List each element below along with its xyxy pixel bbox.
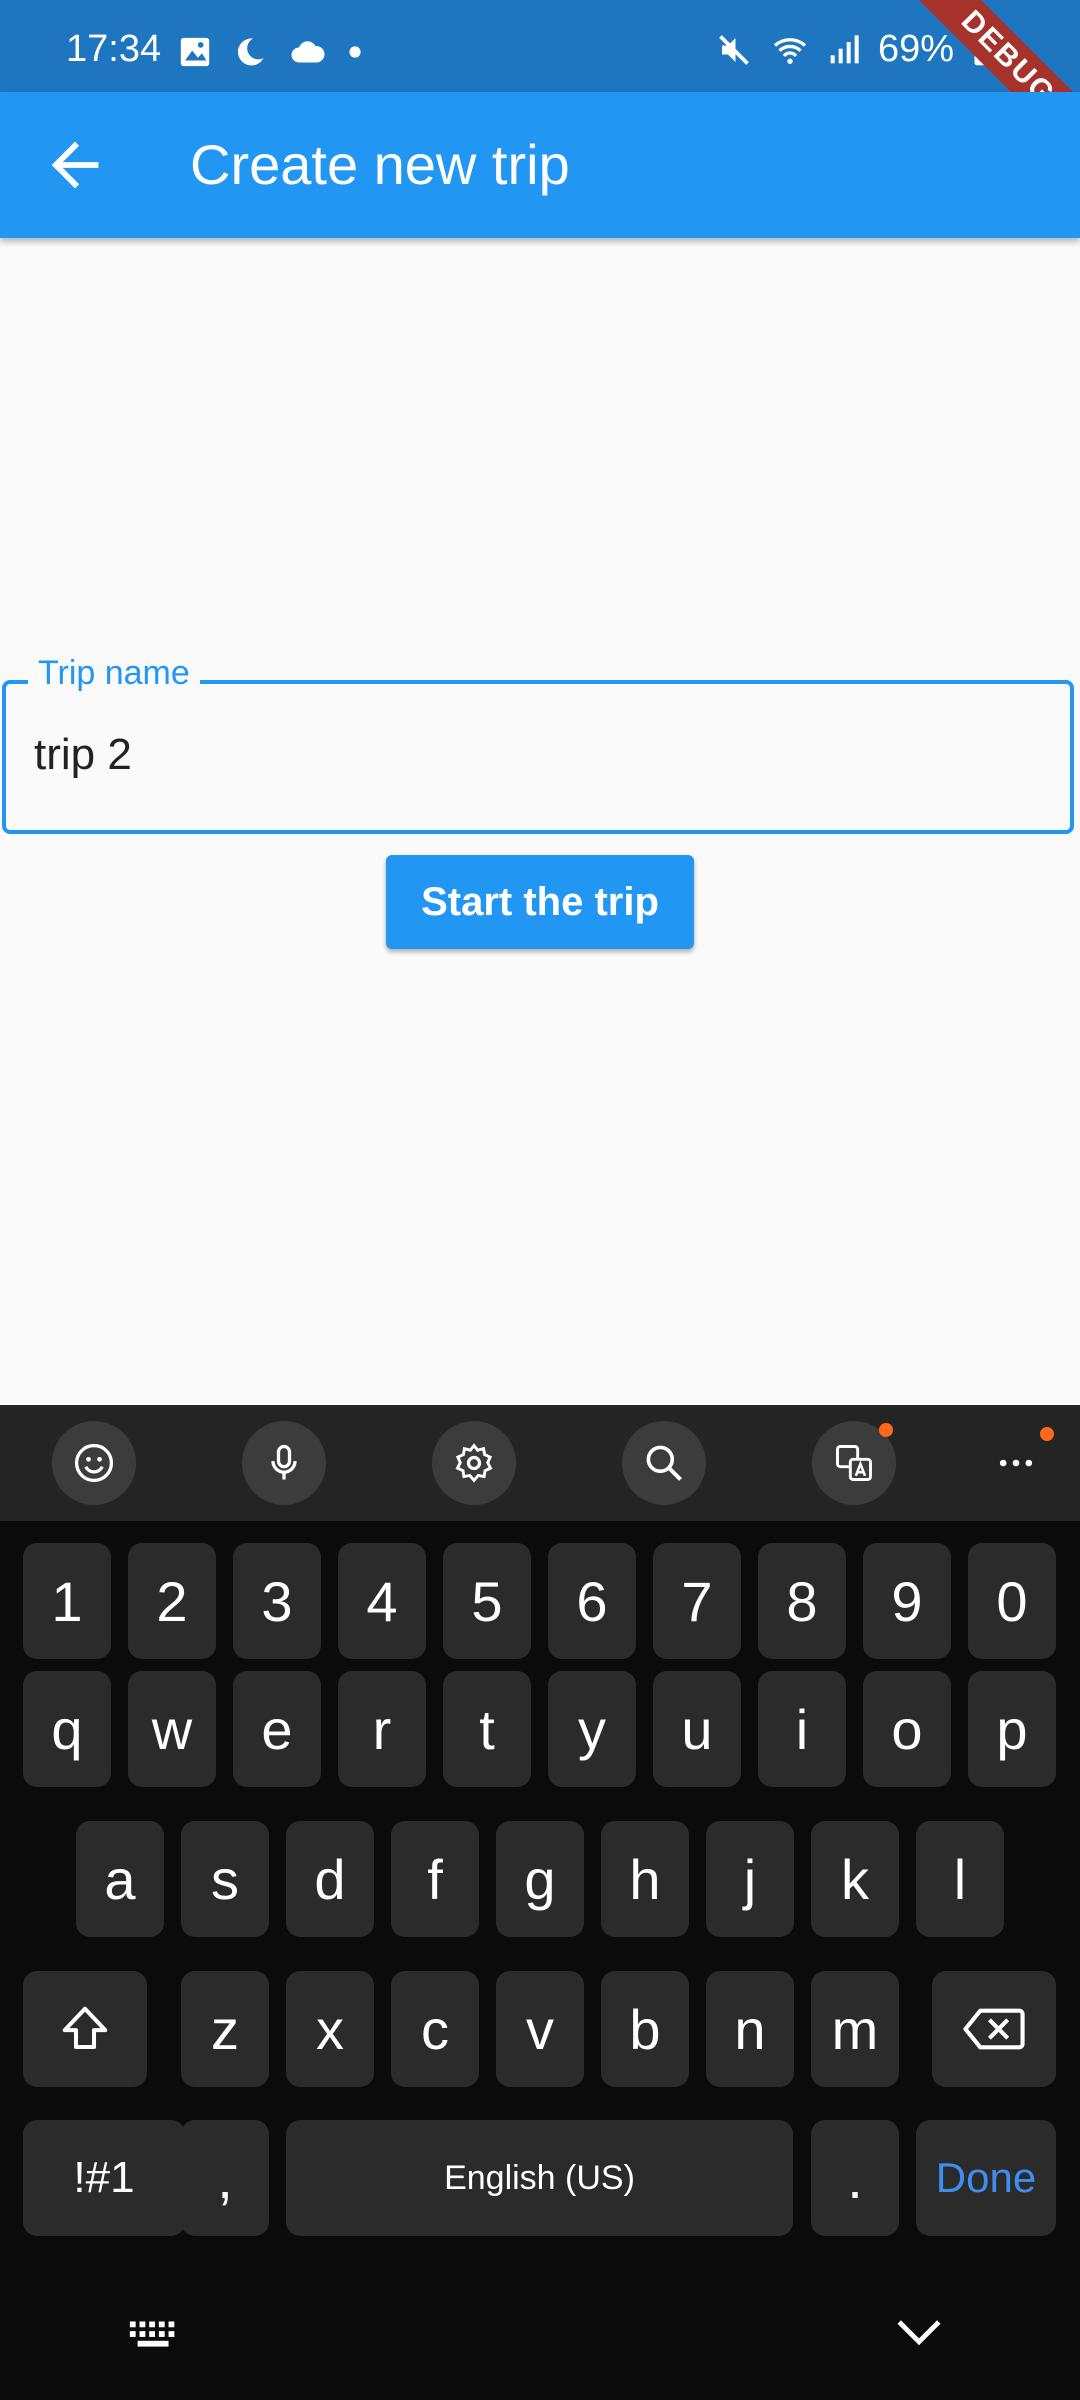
key-v[interactable]: v — [496, 1971, 584, 2087]
key-r[interactable]: r — [338, 1671, 426, 1787]
key-g[interactable]: g — [496, 1821, 584, 1937]
key-5[interactable]: 5 — [443, 1543, 531, 1659]
key-n[interactable]: n — [706, 1971, 794, 2087]
trip-name-label: Trip name — [28, 654, 200, 693]
key-2[interactable]: 2 — [128, 1543, 216, 1659]
key-0[interactable]: 0 — [968, 1543, 1056, 1659]
key-e[interactable]: e — [233, 1671, 321, 1787]
key-w[interactable]: w — [128, 1671, 216, 1787]
emoji-button[interactable] — [52, 1421, 136, 1505]
keyboard-icon — [129, 2321, 175, 2347]
mic-icon — [271, 1444, 297, 1480]
image-icon — [180, 37, 210, 67]
trip-name-field[interactable]: Trip name — [2, 654, 1074, 834]
settings-icon — [455, 1443, 493, 1483]
key-j[interactable]: j — [706, 1821, 794, 1937]
key-9[interactable]: 9 — [863, 1543, 951, 1659]
shift-icon — [62, 2006, 108, 2050]
translate-icon — [836, 1445, 872, 1481]
key-4[interactable]: 4 — [338, 1543, 426, 1659]
done-key[interactable]: Done — [916, 2120, 1056, 2236]
more-badge — [1040, 1427, 1054, 1441]
key-o[interactable]: o — [863, 1671, 951, 1787]
soft-keyboard: 1 2 3 4 5 6 7 8 9 0 q w e r t y u i o p … — [0, 1405, 1080, 2400]
back-button[interactable] — [40, 130, 110, 200]
key-b[interactable]: b — [601, 1971, 689, 2087]
keyboard-settings-button[interactable] — [432, 1421, 516, 1505]
switch-keyboard-button[interactable] — [126, 2317, 184, 2358]
status-system-icons: 69% — [716, 28, 994, 71]
key-c[interactable]: c — [391, 1971, 479, 2087]
key-s[interactable]: s — [181, 1821, 269, 1937]
key-q[interactable]: q — [23, 1671, 111, 1787]
comma-key[interactable]: , — [181, 2120, 269, 2236]
voice-input-button[interactable] — [242, 1421, 326, 1505]
key-z[interactable]: z — [181, 1971, 269, 2087]
key-1[interactable]: 1 — [23, 1543, 111, 1659]
key-u[interactable]: u — [653, 1671, 741, 1787]
shift-key[interactable] — [23, 1971, 147, 2087]
key-7[interactable]: 7 — [653, 1543, 741, 1659]
battery-percent: 69% — [877, 28, 954, 70]
keyboard-toolbar — [0, 1405, 1080, 1521]
key-m[interactable]: m — [811, 1971, 899, 2087]
key-8[interactable]: 8 — [758, 1543, 846, 1659]
key-p[interactable]: p — [968, 1671, 1056, 1787]
status-time: 17:34 — [66, 28, 162, 70]
backspace-key[interactable] — [932, 1971, 1056, 2087]
key-l[interactable]: l — [916, 1821, 1004, 1937]
trip-name-input[interactable] — [34, 730, 1034, 780]
key-y[interactable]: y — [548, 1671, 636, 1787]
key-6[interactable]: 6 — [548, 1543, 636, 1659]
key-i[interactable]: i — [758, 1671, 846, 1787]
chevron-down-icon — [897, 2320, 941, 2346]
arrow-back-icon — [51, 141, 99, 189]
period-key[interactable]: . — [811, 2120, 899, 2236]
mute-icon — [719, 34, 749, 65]
page-title: Create new trip — [190, 133, 570, 196]
key-f[interactable]: f — [391, 1821, 479, 1937]
key-k[interactable]: k — [811, 1821, 899, 1937]
more-icon — [999, 1459, 1033, 1467]
search-icon — [646, 1445, 682, 1481]
key-a[interactable]: a — [76, 1821, 164, 1937]
cloud-icon — [291, 41, 325, 63]
keyboard-search-button[interactable] — [622, 1421, 706, 1505]
key-t[interactable]: t — [443, 1671, 531, 1787]
key-d[interactable]: d — [286, 1821, 374, 1937]
signal-icon — [830, 34, 859, 63]
dot-icon — [349, 46, 361, 58]
translate-badge — [879, 1423, 893, 1437]
key-x[interactable]: x — [286, 1971, 374, 2087]
app-bar: Create new trip — [0, 92, 1080, 238]
emoji-icon — [74, 1443, 114, 1483]
key-h[interactable]: h — [601, 1821, 689, 1937]
space-key[interactable]: English (US) — [286, 2120, 793, 2236]
status-bar: 17:34 69% DEBUG — [0, 0, 1080, 180]
symbols-key[interactable]: !#1 — [23, 2120, 185, 2236]
start-trip-button[interactable]: Start the trip — [386, 855, 694, 949]
key-3[interactable]: 3 — [233, 1543, 321, 1659]
backspace-icon — [963, 2008, 1025, 2050]
moon-icon — [237, 38, 264, 66]
wifi-icon — [773, 37, 807, 64]
hide-keyboard-button[interactable] — [892, 2311, 946, 2360]
status-notification-icons — [178, 32, 362, 72]
